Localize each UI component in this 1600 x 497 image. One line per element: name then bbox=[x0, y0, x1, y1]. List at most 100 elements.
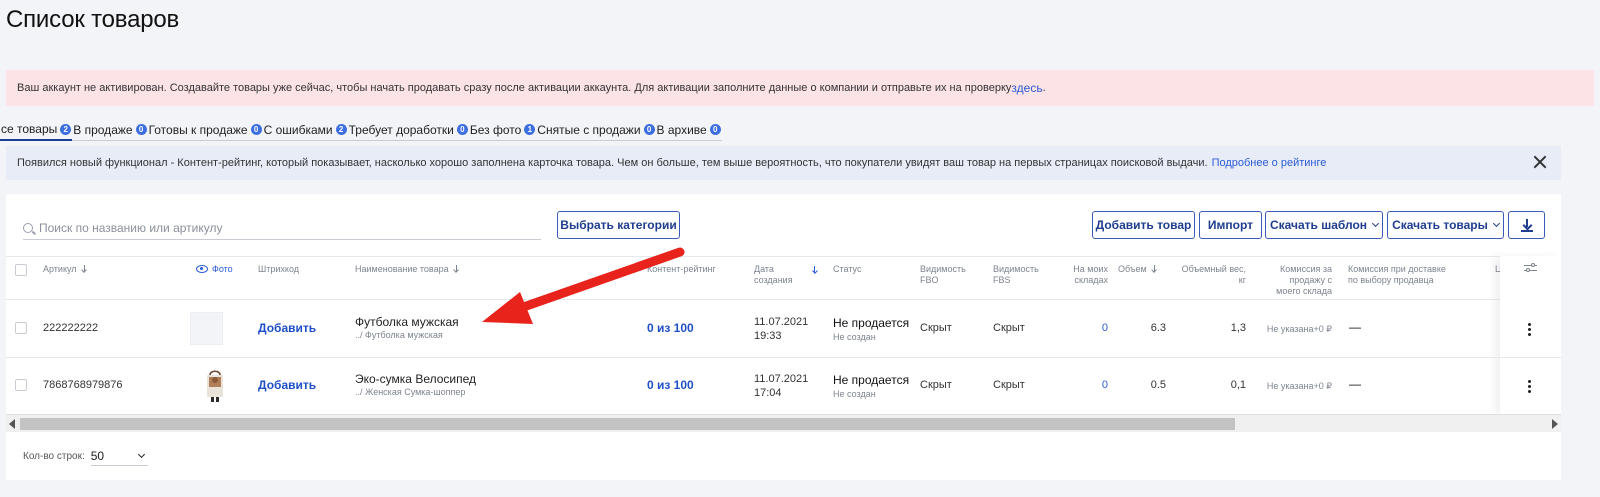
status-text: Не продается bbox=[833, 373, 910, 387]
rating-info-link[interactable]: Подробнее о рейтинге bbox=[1212, 157, 1327, 169]
col-photo[interactable]: Фото bbox=[196, 264, 233, 275]
chevron-down-icon bbox=[1492, 219, 1500, 228]
chevron-down-icon bbox=[137, 450, 145, 458]
col-name[interactable]: Наименование товара bbox=[355, 264, 460, 275]
col-article[interactable]: Артикул bbox=[43, 264, 88, 275]
product-photo-bag[interactable] bbox=[203, 369, 227, 403]
scroll-left-icon[interactable] bbox=[9, 419, 15, 429]
commission-value: Не указана+0 ₽ bbox=[1266, 381, 1332, 391]
tab-archive[interactable]: В архиве 0 bbox=[655, 119, 722, 141]
delivery-commission-value: — bbox=[1349, 377, 1361, 391]
status-tabs: се товары 2 В продаже 0 Готовы к продаже… bbox=[0, 119, 722, 141]
download-template-button[interactable]: Скачать шаблон bbox=[1265, 211, 1383, 239]
select-categories-button[interactable]: Выбрать категории bbox=[557, 211, 680, 239]
tab-count-badge: 0 bbox=[135, 124, 147, 135]
volume-value: 6.3 bbox=[1150, 322, 1166, 334]
col-barcode: Штрихкод bbox=[258, 264, 300, 274]
account-alert-link[interactable]: здесь bbox=[1011, 81, 1042, 95]
rows-per-page-label: Кол-во строк: bbox=[23, 450, 85, 462]
tab-count-badge: 0 bbox=[709, 124, 721, 135]
stock-link[interactable]: 0 bbox=[1098, 379, 1108, 391]
tab-count-badge: 0 bbox=[250, 124, 262, 135]
created-date: 11.07.2021 17:04 bbox=[754, 373, 809, 399]
table-header: Артикул Фото Штрихкод Наименование товар… bbox=[6, 256, 1561, 300]
products-panel: Выбрать категории Добавить товар Импорт … bbox=[6, 194, 1561, 480]
content-rating-link[interactable]: 0 из 100 bbox=[647, 378, 694, 392]
fbs-visibility: Скрыт bbox=[993, 322, 1025, 334]
col-delivery-commission: Комиссия при доставке по выбору продавца bbox=[1348, 264, 1446, 285]
status-cell: Не продается Не создан bbox=[833, 316, 909, 342]
column-settings-icon[interactable] bbox=[1524, 263, 1537, 273]
scroll-right-icon[interactable] bbox=[1552, 419, 1558, 429]
account-alert-suffix: . bbox=[1042, 82, 1046, 94]
col-status: Статус bbox=[833, 264, 862, 274]
rows-per-page-value: 50 bbox=[90, 448, 105, 463]
tab-count-badge: 2 bbox=[335, 124, 347, 135]
horizontal-scrollbar[interactable] bbox=[6, 414, 1561, 432]
sort-desc-icon[interactable] bbox=[812, 266, 818, 274]
product-name: Эко-сумка Велосипед bbox=[355, 372, 477, 386]
rows-per-page: Кол-во строк: 50 bbox=[23, 446, 148, 466]
sort-icon bbox=[82, 265, 88, 273]
chevron-down-icon bbox=[1372, 219, 1380, 228]
account-alert: Ваш аккаунт не активирован. Создавайте т… bbox=[6, 70, 1594, 106]
col-created[interactable]: Дата создания bbox=[754, 264, 793, 286]
product-photo-placeholder[interactable] bbox=[190, 312, 223, 345]
close-icon[interactable] bbox=[1533, 155, 1547, 169]
volume-weight-value: 1,3 bbox=[1230, 322, 1246, 334]
product-name-cell[interactable]: Футболка мужская ../ Футболка мужская bbox=[355, 315, 459, 340]
col-volume[interactable]: Объем bbox=[1118, 264, 1158, 275]
sort-icon bbox=[1152, 265, 1158, 273]
search-field bbox=[23, 216, 541, 240]
download-products-button[interactable]: Скачать товары bbox=[1387, 211, 1504, 239]
tab-errors[interactable]: С ошибками 2 bbox=[262, 119, 348, 141]
add-product-button[interactable]: Добавить товар bbox=[1092, 211, 1195, 239]
status-cell: Не продается Не создан bbox=[833, 373, 909, 399]
commission-value: Не указана+0 ₽ bbox=[1266, 324, 1332, 334]
fbs-visibility: Скрыт bbox=[993, 379, 1025, 391]
account-alert-text: Ваш аккаунт не активирован. Создавайте т… bbox=[17, 82, 1012, 94]
add-barcode-link[interactable]: Добавить bbox=[258, 378, 316, 392]
delivery-commission-value: — bbox=[1349, 320, 1361, 334]
eye-icon bbox=[196, 265, 208, 273]
scrollbar-thumb[interactable] bbox=[20, 418, 1235, 430]
created-date: 11.07.2021 19:33 bbox=[754, 316, 809, 342]
more-actions-icon[interactable] bbox=[1528, 323, 1531, 336]
content-rating-link[interactable]: 0 из 100 bbox=[647, 321, 694, 335]
sort-icon bbox=[454, 265, 460, 273]
status-sub: Не создан bbox=[833, 332, 876, 342]
product-name-cell[interactable]: Эко-сумка Велосипед ../ Женская Сумка-шо… bbox=[355, 372, 476, 397]
import-button[interactable]: Импорт bbox=[1199, 211, 1262, 239]
download-template-label: Скачать шаблон bbox=[1269, 218, 1368, 232]
tab-on-sale[interactable]: В продаже 0 bbox=[72, 119, 148, 141]
table-row: 222222222 Добавить Футболка мужская ../ … bbox=[6, 301, 1561, 358]
rows-per-page-select[interactable]: 50 bbox=[90, 446, 148, 466]
tab-count-badge: 0 bbox=[456, 124, 468, 135]
add-barcode-link[interactable]: Добавить bbox=[258, 321, 316, 335]
tab-ready[interactable]: Готовы к продаже 0 bbox=[147, 119, 263, 141]
more-actions-icon[interactable] bbox=[1528, 380, 1531, 393]
rating-info-alert: Появился новый функционал - Контент-рейт… bbox=[6, 146, 1561, 180]
tab-count-badge: 0 bbox=[643, 124, 655, 135]
rating-info-text: Появился новый функционал - Контент-рейт… bbox=[17, 157, 1208, 169]
tab-count-badge: 1 bbox=[524, 124, 536, 135]
tab-all[interactable]: се товары 2 bbox=[0, 119, 73, 141]
col-volume-weight: Объемный вес, кг bbox=[1181, 264, 1246, 285]
product-category-path: ../ Женская Сумка-шоппер bbox=[355, 387, 466, 397]
tab-count-badge: 2 bbox=[60, 123, 72, 135]
search-input[interactable] bbox=[39, 220, 519, 235]
download-button[interactable] bbox=[1508, 211, 1545, 239]
tab-needs-work[interactable]: Требует доработки 0 bbox=[347, 119, 469, 141]
row-checkbox[interactable] bbox=[15, 322, 27, 334]
status-text: Не продается bbox=[833, 316, 910, 330]
tab-removed[interactable]: Снятые с продажи 0 bbox=[536, 119, 656, 141]
select-all-checkbox[interactable] bbox=[15, 264, 27, 276]
table-row: 7868768979876 Добавить Эко-сумка Велосип… bbox=[6, 358, 1561, 415]
row-checkbox[interactable] bbox=[15, 379, 27, 391]
download-products-label: Скачать товары bbox=[1392, 218, 1488, 232]
stock-link[interactable]: 0 bbox=[1098, 322, 1108, 334]
tab-no-photo[interactable]: Без фото 1 bbox=[468, 119, 537, 141]
status-sub: Не создан bbox=[833, 389, 876, 399]
col-stock: На моих складах bbox=[1073, 264, 1108, 285]
col-fbs: Видимость FBS bbox=[993, 264, 1039, 285]
